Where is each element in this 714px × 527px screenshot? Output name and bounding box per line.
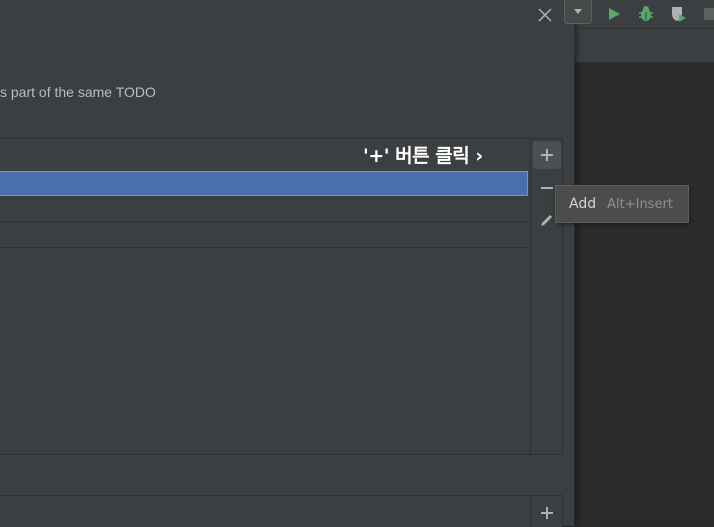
ide-editor-area (574, 63, 714, 526)
coverage-icon[interactable] (668, 4, 688, 24)
close-icon[interactable] (535, 5, 555, 25)
multiline-option-label: s part of the same TODO (0, 84, 156, 100)
add-filter-button[interactable] (533, 499, 561, 527)
patterns-panel (0, 138, 563, 455)
chevron-down-icon (574, 8, 582, 14)
plus-icon (541, 149, 553, 161)
run-icon[interactable] (604, 4, 624, 24)
add-tooltip: Add Alt+Insert (555, 185, 689, 223)
ide-tab-bar (574, 29, 714, 63)
table-row[interactable] (0, 223, 528, 248)
todo-settings-dialog: s part of the same TODO (0, 0, 575, 527)
tooltip-label: Add (569, 196, 597, 212)
run-config-dropdown[interactable] (564, 0, 592, 24)
stop-icon[interactable] (700, 4, 714, 24)
pencil-icon (541, 215, 552, 226)
tooltip-shortcut: Alt+Insert (607, 196, 673, 212)
filters-toolbar (530, 496, 562, 527)
plus-icon (541, 507, 553, 519)
patterns-table (0, 139, 530, 454)
add-button[interactable] (533, 141, 561, 169)
filters-panel (0, 495, 563, 527)
ide-toolbar (574, 0, 714, 29)
table-row[interactable] (0, 197, 528, 222)
tutorial-annotation: '+' 버튼 클릭 › (363, 145, 483, 167)
minus-icon (541, 187, 553, 189)
debug-icon[interactable] (636, 4, 656, 24)
table-row[interactable] (0, 171, 528, 196)
